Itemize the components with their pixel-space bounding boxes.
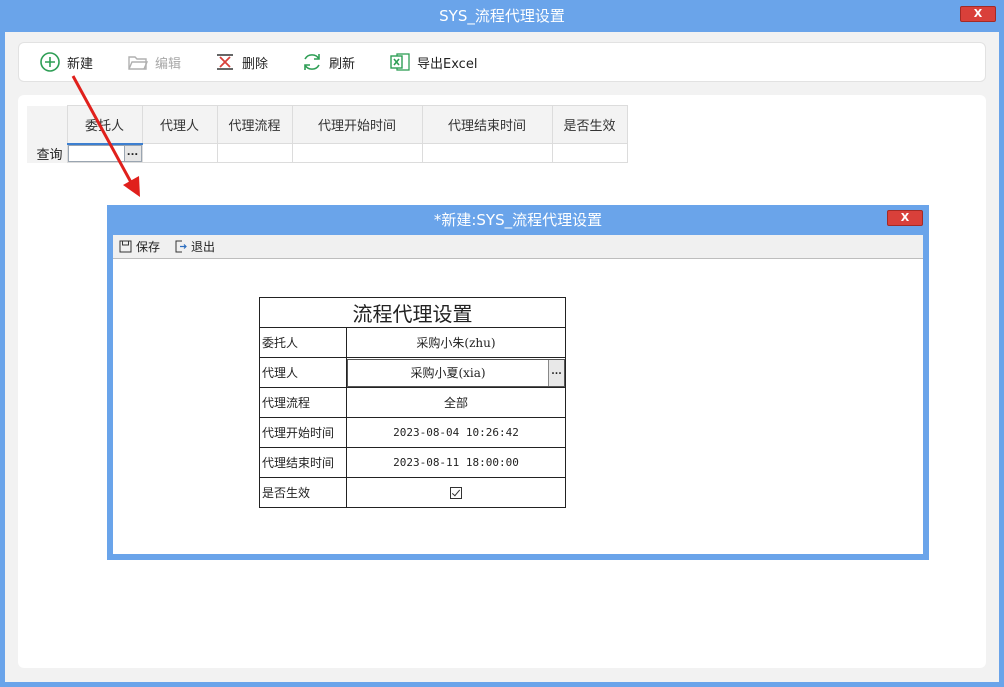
- active-value-cell: [346, 477, 566, 508]
- proxy-picker-button[interactable]: ...: [548, 359, 564, 386]
- excel-icon: [390, 53, 410, 71]
- grid-query-row: 查询 ...: [27, 143, 628, 163]
- add-circle-icon: [40, 52, 60, 72]
- new-record-dialog: *新建:SYS_流程代理设置 X 保存 退出 流程代理设置 委托人 采购小朱(z…: [107, 205, 929, 560]
- form-row-flow: 代理流程 全部: [259, 387, 566, 418]
- dialog-title: *新建:SYS_流程代理设置: [433, 211, 603, 229]
- refresh-icon: [304, 54, 320, 70]
- start-time-label: 代理开始时间: [259, 417, 347, 448]
- folder-open-icon: [128, 56, 149, 70]
- column-header-end-time[interactable]: 代理结束时间: [421, 105, 553, 144]
- exit-button[interactable]: 退出: [174, 238, 215, 255]
- delegator-filter-input[interactable]: ...: [67, 144, 142, 162]
- delegator-filter-picker-button[interactable]: ...: [123, 145, 141, 161]
- proxy-form: 流程代理设置 委托人 采购小朱(zhu) 代理人 采购小夏(xia) ... 代…: [259, 297, 566, 508]
- query-cell-end-time[interactable]: [421, 143, 553, 163]
- flow-value[interactable]: 全部: [346, 387, 566, 418]
- query-cell-delegator[interactable]: ...: [66, 143, 143, 163]
- end-time-value[interactable]: 2023-08-11 18:00:00: [346, 447, 566, 478]
- window-titlebar: SYS_流程代理设置: [0, 0, 1004, 32]
- edit-button-label: 编辑: [155, 56, 182, 72]
- new-button[interactable]: 新建: [39, 43, 93, 81]
- proxy-grid: 委托人 代理人 代理流程 代理开始时间 代理结束时间 是否生效 查询 ...: [27, 105, 628, 163]
- start-time-value[interactable]: 2023-08-04 10:26:42: [346, 417, 566, 448]
- form-row-start-time: 代理开始时间 2023-08-04 10:26:42: [259, 417, 566, 448]
- delegator-filter-field[interactable]: [68, 145, 124, 161]
- window-close-button[interactable]: X: [960, 6, 996, 22]
- proxy-picker[interactable]: 采购小夏(xia) ...: [347, 358, 565, 387]
- form-row-proxy: 代理人 采购小夏(xia) ...: [259, 357, 566, 388]
- new-button-label: 新建: [67, 56, 94, 72]
- proxy-value-cell[interactable]: 采购小夏(xia) ...: [346, 357, 566, 388]
- column-header-active[interactable]: 是否生效: [551, 105, 628, 144]
- main-toolbar: 新建 编辑 删除 刷新 导出Excel: [18, 42, 986, 82]
- query-cell-proxy[interactable]: [141, 143, 218, 163]
- form-title-row: 流程代理设置: [259, 297, 566, 328]
- query-row-label: 查询: [27, 143, 67, 163]
- dialog-titlebar: *新建:SYS_流程代理设置: [107, 205, 929, 235]
- end-time-label: 代理结束时间: [259, 447, 347, 478]
- save-button-label: 保存: [136, 240, 161, 254]
- dialog-client: 保存 退出 流程代理设置 委托人 采购小朱(zhu) 代理人 采购小夏(xia): [113, 235, 923, 554]
- flow-label: 代理流程: [259, 387, 347, 418]
- query-cell-start-time[interactable]: [291, 143, 423, 163]
- active-checkbox[interactable]: [450, 487, 462, 499]
- grid-corner: [27, 105, 67, 144]
- query-cell-active[interactable]: [551, 143, 628, 163]
- delete-button[interactable]: 删除: [214, 43, 268, 81]
- column-header-proxy[interactable]: 代理人: [141, 105, 218, 144]
- active-label: 是否生效: [259, 477, 347, 508]
- export-excel-button[interactable]: 导出Excel: [389, 43, 477, 81]
- form-title: 流程代理设置: [259, 297, 566, 328]
- dialog-close-button[interactable]: X: [887, 210, 923, 226]
- exit-icon: [175, 240, 187, 253]
- refresh-button[interactable]: 刷新: [301, 43, 355, 81]
- column-header-delegator[interactable]: 委托人: [66, 105, 143, 145]
- window-title: SYS_流程代理设置: [439, 7, 565, 25]
- form-row-active: 是否生效: [259, 477, 566, 508]
- grid-header-row: 委托人 代理人 代理流程 代理开始时间 代理结束时间 是否生效: [27, 105, 628, 145]
- delete-button-label: 删除: [242, 56, 269, 72]
- save-icon: [119, 240, 132, 253]
- delegator-value[interactable]: 采购小朱(zhu): [346, 327, 566, 358]
- exit-button-label: 退出: [191, 240, 216, 254]
- column-header-start-time[interactable]: 代理开始时间: [291, 105, 423, 144]
- proxy-value[interactable]: 采购小夏(xia): [348, 360, 548, 386]
- query-cell-flow[interactable]: [216, 143, 293, 163]
- edit-button[interactable]: 编辑: [127, 43, 181, 81]
- delete-x-icon: [217, 54, 233, 70]
- save-button[interactable]: 保存: [119, 238, 160, 255]
- form-row-delegator: 委托人 采购小朱(zhu): [259, 327, 566, 358]
- proxy-label: 代理人: [259, 357, 347, 388]
- export-excel-label: 导出Excel: [417, 56, 478, 72]
- form-row-end-time: 代理结束时间 2023-08-11 18:00:00: [259, 447, 566, 478]
- refresh-button-label: 刷新: [329, 56, 356, 72]
- dialog-toolbar: 保存 退出: [113, 235, 923, 259]
- delegator-label: 委托人: [259, 327, 347, 358]
- column-header-flow[interactable]: 代理流程: [216, 105, 293, 144]
